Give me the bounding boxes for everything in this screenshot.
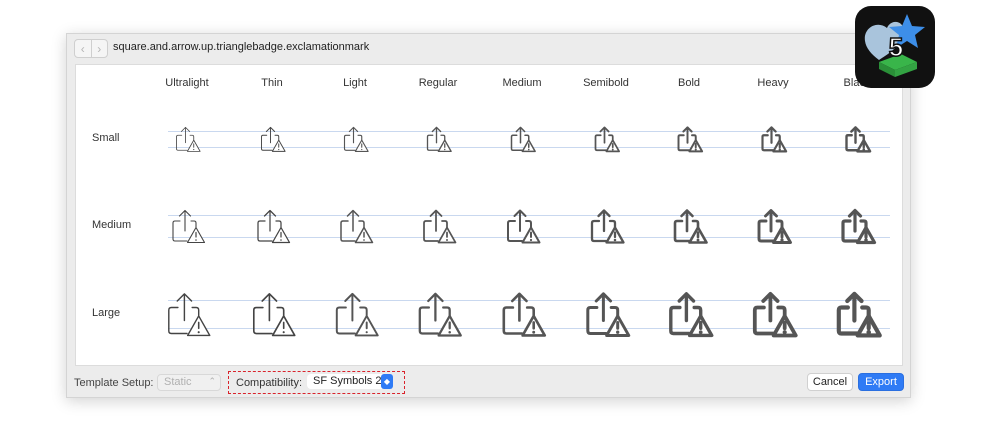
square-and-arrow-up-trianglebadge-exclamationmark-icon bbox=[580, 288, 632, 340]
window-title: square.and.arrow.up.trianglebadge.exclam… bbox=[113, 41, 370, 53]
column-header-bold: Bold bbox=[677, 77, 701, 89]
template-setup-value: Static bbox=[164, 376, 192, 388]
square-and-arrow-up-trianglebadge-exclamationmark-icon bbox=[831, 288, 883, 340]
compatibility-value: SF Symbols 2 bbox=[313, 375, 382, 387]
square-and-arrow-up-trianglebadge-exclamationmark-icon bbox=[663, 288, 715, 340]
app-icon-badge: 5 bbox=[889, 32, 903, 62]
square-and-arrow-up-trianglebadge-exclamationmark-icon bbox=[167, 206, 207, 246]
square-and-arrow-up-trianglebadge-exclamationmark-icon bbox=[586, 206, 626, 246]
column-header-medium: Medium bbox=[502, 77, 542, 89]
template-setup-select: Static ⌃ bbox=[157, 374, 221, 391]
square-and-arrow-up-trianglebadge-exclamationmark-icon bbox=[172, 124, 202, 154]
forward-icon[interactable]: › bbox=[90, 40, 108, 57]
symbol-preview-grid: Ultralight Thin Light Regular Medium Semibold… bbox=[75, 64, 903, 366]
app-icon-artwork: 5 bbox=[864, 14, 925, 77]
square-and-arrow-up-trianglebadge-exclamationmark-icon bbox=[335, 206, 375, 246]
square-and-arrow-up-trianglebadge-exclamationmark-icon bbox=[758, 124, 788, 154]
square-and-arrow-up-trianglebadge-exclamationmark-icon bbox=[591, 124, 621, 154]
column-header-thin: Thin bbox=[261, 77, 283, 89]
square-and-arrow-up-trianglebadge-exclamationmark-icon bbox=[669, 206, 709, 246]
export-button[interactable]: Export bbox=[858, 373, 904, 391]
square-and-arrow-up-trianglebadge-exclamationmark-icon bbox=[842, 124, 872, 154]
chevron-updown-icon: ◆ bbox=[381, 374, 393, 389]
square-and-arrow-up-trianglebadge-exclamationmark-icon bbox=[252, 206, 292, 246]
square-and-arrow-up-trianglebadge-exclamationmark-icon bbox=[246, 288, 298, 340]
row-label-medium: Medium bbox=[92, 219, 132, 231]
square-and-arrow-up-trianglebadge-exclamationmark-icon bbox=[502, 206, 542, 246]
navigation-buttons: ‹ › bbox=[74, 39, 108, 58]
compatibility-select[interactable]: SF Symbols 2 ◆ bbox=[307, 374, 393, 389]
square-and-arrow-up-trianglebadge-exclamationmark-icon bbox=[412, 288, 464, 340]
square-and-arrow-up-trianglebadge-exclamationmark-icon bbox=[329, 288, 381, 340]
sf-symbols-app-icon: 5 bbox=[855, 6, 935, 88]
export-window: ‹ › square.and.arrow.up.trianglebadge.ex… bbox=[66, 33, 911, 398]
row-label-large: Large bbox=[92, 307, 121, 319]
square-and-arrow-up-trianglebadge-exclamationmark-icon bbox=[340, 124, 370, 154]
back-icon[interactable]: ‹ bbox=[75, 40, 91, 57]
square-and-arrow-up-trianglebadge-exclamationmark-icon bbox=[674, 124, 704, 154]
square-and-arrow-up-trianglebadge-exclamationmark-icon bbox=[837, 206, 877, 246]
template-setup-label: Template Setup: bbox=[74, 377, 154, 389]
square-and-arrow-up-trianglebadge-exclamationmark-icon bbox=[418, 206, 458, 246]
row-label-small: Small bbox=[92, 132, 120, 144]
column-header-light: Light bbox=[343, 77, 367, 89]
column-header-semibold: Semibold bbox=[583, 77, 629, 89]
window-titlebar: ‹ › square.and.arrow.up.trianglebadge.ex… bbox=[67, 34, 910, 62]
square-and-arrow-up-trianglebadge-exclamationmark-icon bbox=[257, 124, 287, 154]
column-header-regular: Regular bbox=[418, 77, 458, 89]
square-and-arrow-up-trianglebadge-exclamationmark-icon bbox=[747, 288, 799, 340]
chevron-updown-icon: ⌃ bbox=[208, 376, 216, 386]
square-and-arrow-up-trianglebadge-exclamationmark-icon bbox=[496, 288, 548, 340]
column-header-ultralight: Ultralight bbox=[165, 77, 209, 89]
square-and-arrow-up-trianglebadge-exclamationmark-icon bbox=[423, 124, 453, 154]
square-and-arrow-up-trianglebadge-exclamationmark-icon bbox=[507, 124, 537, 154]
square-and-arrow-up-trianglebadge-exclamationmark-icon bbox=[161, 288, 213, 340]
square-and-arrow-up-trianglebadge-exclamationmark-icon bbox=[753, 206, 793, 246]
column-header-heavy: Heavy bbox=[757, 77, 789, 89]
compatibility-label: Compatibility: bbox=[236, 377, 303, 389]
cancel-button[interactable]: Cancel bbox=[807, 373, 853, 391]
